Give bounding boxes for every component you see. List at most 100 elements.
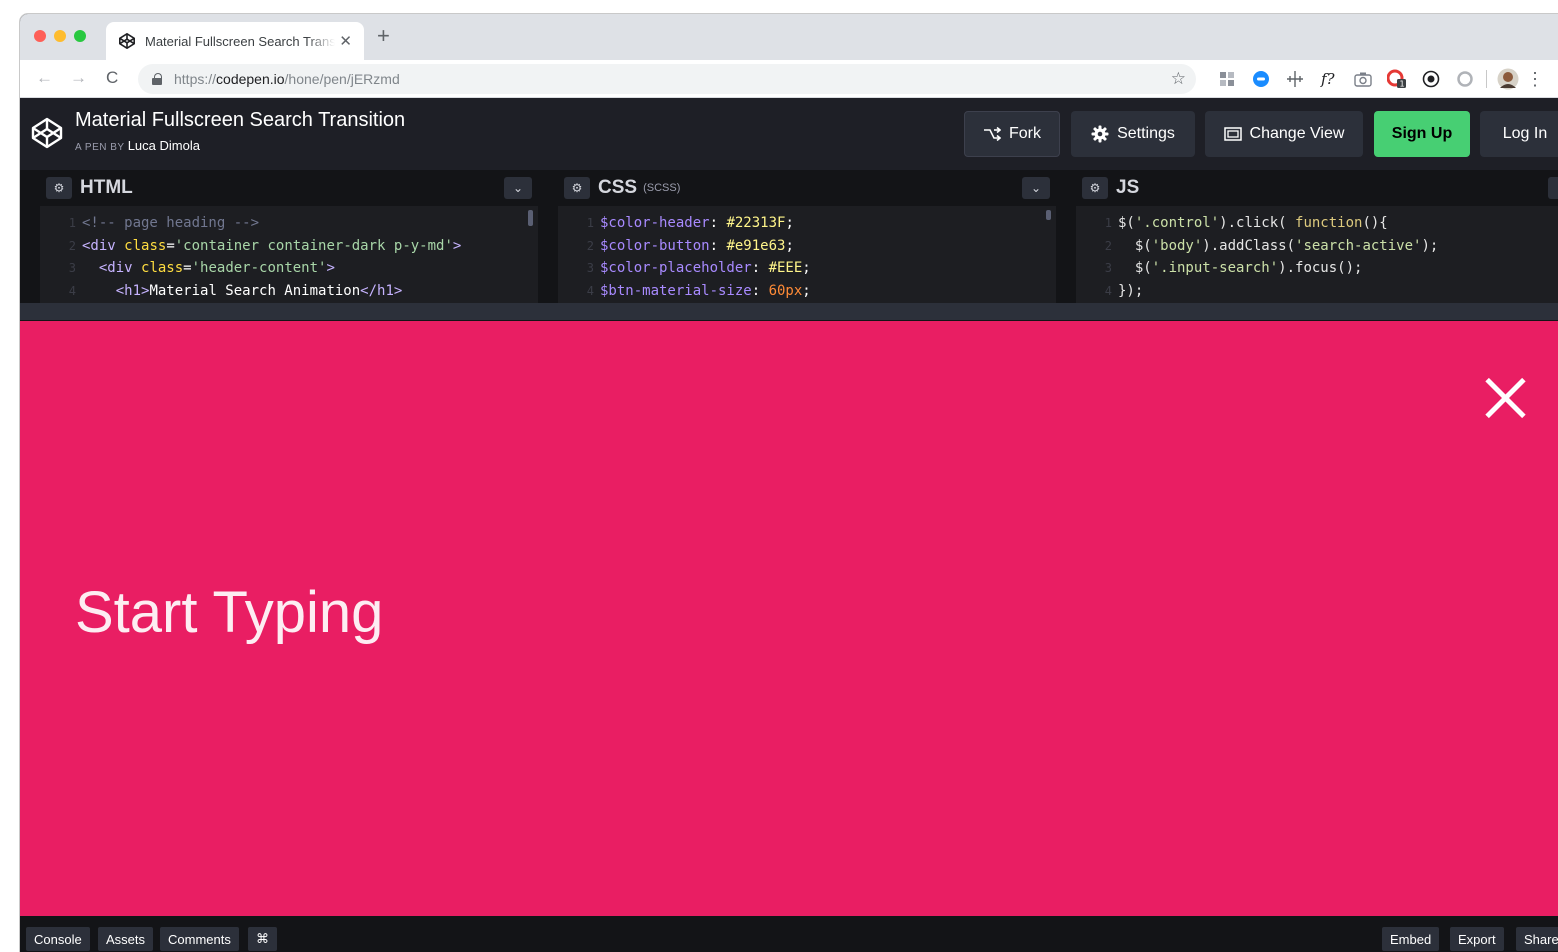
html-code[interactable]: 1 <!-- page heading --> 2 <div class='conta… <box>40 206 538 303</box>
code-token: : <box>709 237 727 254</box>
comments-button[interactable]: Comments <box>160 927 239 951</box>
ring-icon[interactable] <box>1448 69 1482 89</box>
codepen-logo-icon[interactable] <box>30 116 64 150</box>
pen-title[interactable]: Material Fullscreen Search Transition <box>75 109 405 132</box>
assets-button[interactable]: Assets <box>98 927 154 951</box>
code-token: 'body' <box>1151 237 1203 254</box>
embed-button[interactable]: Embed <box>1382 927 1440 951</box>
forward-arrow-icon[interactable]: → <box>70 68 87 88</box>
bookmark-star-icon[interactable]: ☆ <box>1171 69 1186 89</box>
tab-close-icon[interactable]: ✕ <box>339 32 352 50</box>
code-token: ; <box>785 237 794 254</box>
line-number: 4 <box>586 283 594 298</box>
codepen-header: Material Fullscreen Search Transition A … <box>20 98 1558 170</box>
red-extension-icon[interactable]: 1 <box>1380 69 1414 89</box>
css-settings-gear-icon[interactable]: ⚙ <box>564 177 590 199</box>
console-button[interactable]: Console <box>26 927 90 951</box>
keyboard-shortcuts-button[interactable]: ⌘ <box>248 927 277 951</box>
profile-avatar[interactable] <box>1491 68 1525 90</box>
code-token: #EEE <box>768 260 803 276</box>
css-chevron-down-icon[interactable]: ⌄ <box>1022 177 1050 199</box>
preview-pane: Start Typing <box>20 321 1558 916</box>
editor-resize-handle[interactable] <box>20 303 1558 321</box>
code-line[interactable]: 4}); <box>1076 280 1558 303</box>
html-editor-header: ⚙ HTML ⌄ <box>40 170 538 206</box>
code-line[interactable]: 1 <!-- page heading --> <box>40 212 538 235</box>
code-line[interactable]: 2 $('body').addClass('search-active'); <box>1076 235 1558 258</box>
line-number: 1 <box>1104 216 1112 230</box>
close-icon[interactable] <box>1483 376 1527 420</box>
html-editor-title: HTML <box>80 177 133 198</box>
code-line[interactable]: 3 $('.input-search').focus(); <box>1076 257 1558 280</box>
code-token: ).focus(); <box>1278 260 1363 276</box>
code-line[interactable]: 3 $color-placeholder: #EEE; <box>558 257 1056 280</box>
share-button[interactable]: Share <box>1516 927 1558 951</box>
sign-up-button[interactable]: Sign Up <box>1374 111 1470 157</box>
code-token: <h1> <box>115 282 150 299</box>
circle-blue-icon[interactable] <box>1244 69 1278 89</box>
line-number: 4 <box>1104 283 1112 298</box>
code-token: > <box>326 260 335 276</box>
code-line[interactable]: 2 <div class='container container-dark p-… <box>40 235 538 258</box>
line-number: 2 <box>68 238 76 253</box>
record-icon[interactable] <box>1414 69 1448 89</box>
code-line[interactable]: 2 $color-button: #e91e63; <box>558 235 1056 258</box>
tab-bar: Material Fullscreen Search Transition ✕ … <box>20 14 1558 60</box>
fx-icon[interactable]: f? <box>1312 69 1346 89</box>
html-chevron-down-icon[interactable]: ⌄ <box>504 177 532 199</box>
html-editor[interactable]: ⚙ HTML ⌄ 1 <!-- page heading --> 2 <div cla… <box>40 170 538 303</box>
js-code[interactable]: 1 $('.control').click( function(){2 $('bo… <box>1076 206 1558 303</box>
browser-menu-icon[interactable]: ⋮ <box>1525 69 1545 89</box>
css-editor-header: ⚙ CSS (SCSS) ⌄ <box>558 170 1056 206</box>
change-view-button[interactable]: Change View <box>1205 111 1363 157</box>
code-line[interactable]: 4 $btn-material-size: 60px; <box>558 280 1056 303</box>
code-token: <!-- page heading --> <box>82 215 260 231</box>
camera-icon[interactable] <box>1346 69 1380 89</box>
code-token: '.input-search' <box>1151 260 1279 276</box>
css-code[interactable]: 1 $color-header: #22313F; 2 $color-button: … <box>558 206 1056 303</box>
code-token: '.control' <box>1134 215 1220 231</box>
line-number: 3 <box>1104 261 1112 275</box>
html-settings-gear-icon[interactable]: ⚙ <box>46 177 72 199</box>
css-scrollbar[interactable] <box>1046 210 1051 220</box>
line-number: 1 <box>68 216 76 230</box>
svg-text:1: 1 <box>1400 80 1405 89</box>
lock-icon <box>152 73 162 85</box>
css-editor[interactable]: ⚙ CSS (SCSS) ⌄ 1 $color-header: #22313F; 2… <box>558 170 1056 303</box>
code-token: ; <box>802 282 811 299</box>
close-window-button[interactable] <box>34 30 46 42</box>
tab-title: Material Fullscreen Search Transition <box>145 33 335 49</box>
code-token: ).click( <box>1219 215 1296 231</box>
js-editor-header: ⚙ JS ⌄ <box>1076 170 1558 206</box>
log-in-button[interactable]: Log In <box>1480 111 1558 157</box>
code-token: }); <box>1118 282 1144 299</box>
html-scrollbar[interactable] <box>528 210 533 226</box>
search-placeholder-text[interactable]: Start Typing <box>75 579 383 646</box>
address-bar[interactable]: https://codepen.io/hone/pen/jERzmd ☆ <box>138 64 1196 94</box>
code-token: ).addClass( <box>1202 237 1296 254</box>
fork-button[interactable]: Fork <box>964 111 1060 157</box>
js-editor[interactable]: ⚙ JS ⌄ 1$('.control').click( function(){… <box>1076 170 1558 303</box>
maximize-window-button[interactable] <box>74 30 86 42</box>
grid-icon[interactable] <box>1210 69 1244 89</box>
js-settings-gear-icon[interactable]: ⚙ <box>1082 177 1108 199</box>
code-token: $color-button <box>600 237 710 254</box>
line-number: 3 <box>586 261 594 275</box>
back-arrow-icon[interactable]: ← <box>36 68 53 88</box>
code-line[interactable]: 1 $('.control').click( function(){ <box>1076 212 1558 235</box>
new-tab-button[interactable]: + <box>377 25 390 47</box>
code-line[interactable]: 1 $color-header: #22313F; <box>558 212 1056 235</box>
code-line[interactable]: 4 <h1>Material Search Animation</h1> <box>40 280 538 303</box>
export-button[interactable]: Export <box>1450 927 1504 951</box>
minimize-window-button[interactable] <box>54 30 66 42</box>
crosshair-icon[interactable] <box>1278 69 1312 89</box>
pen-author-link[interactable]: Luca Dimola <box>128 138 200 153</box>
js-chevron-down-icon[interactable]: ⌄ <box>1548 177 1558 199</box>
settings-button[interactable]: Settings <box>1071 111 1195 157</box>
code-line[interactable]: 3 <div class='header-content'> <box>40 257 538 280</box>
code-token: 'search-active' <box>1295 237 1422 254</box>
address-toolbar: ← → C https://codepen.io/hone/pen/jERzmd… <box>20 60 1558 98</box>
browser-tab[interactable]: Material Fullscreen Search Transition ✕ <box>106 22 364 60</box>
code-token: (){ <box>1362 215 1388 231</box>
reload-icon[interactable]: C <box>106 68 118 88</box>
